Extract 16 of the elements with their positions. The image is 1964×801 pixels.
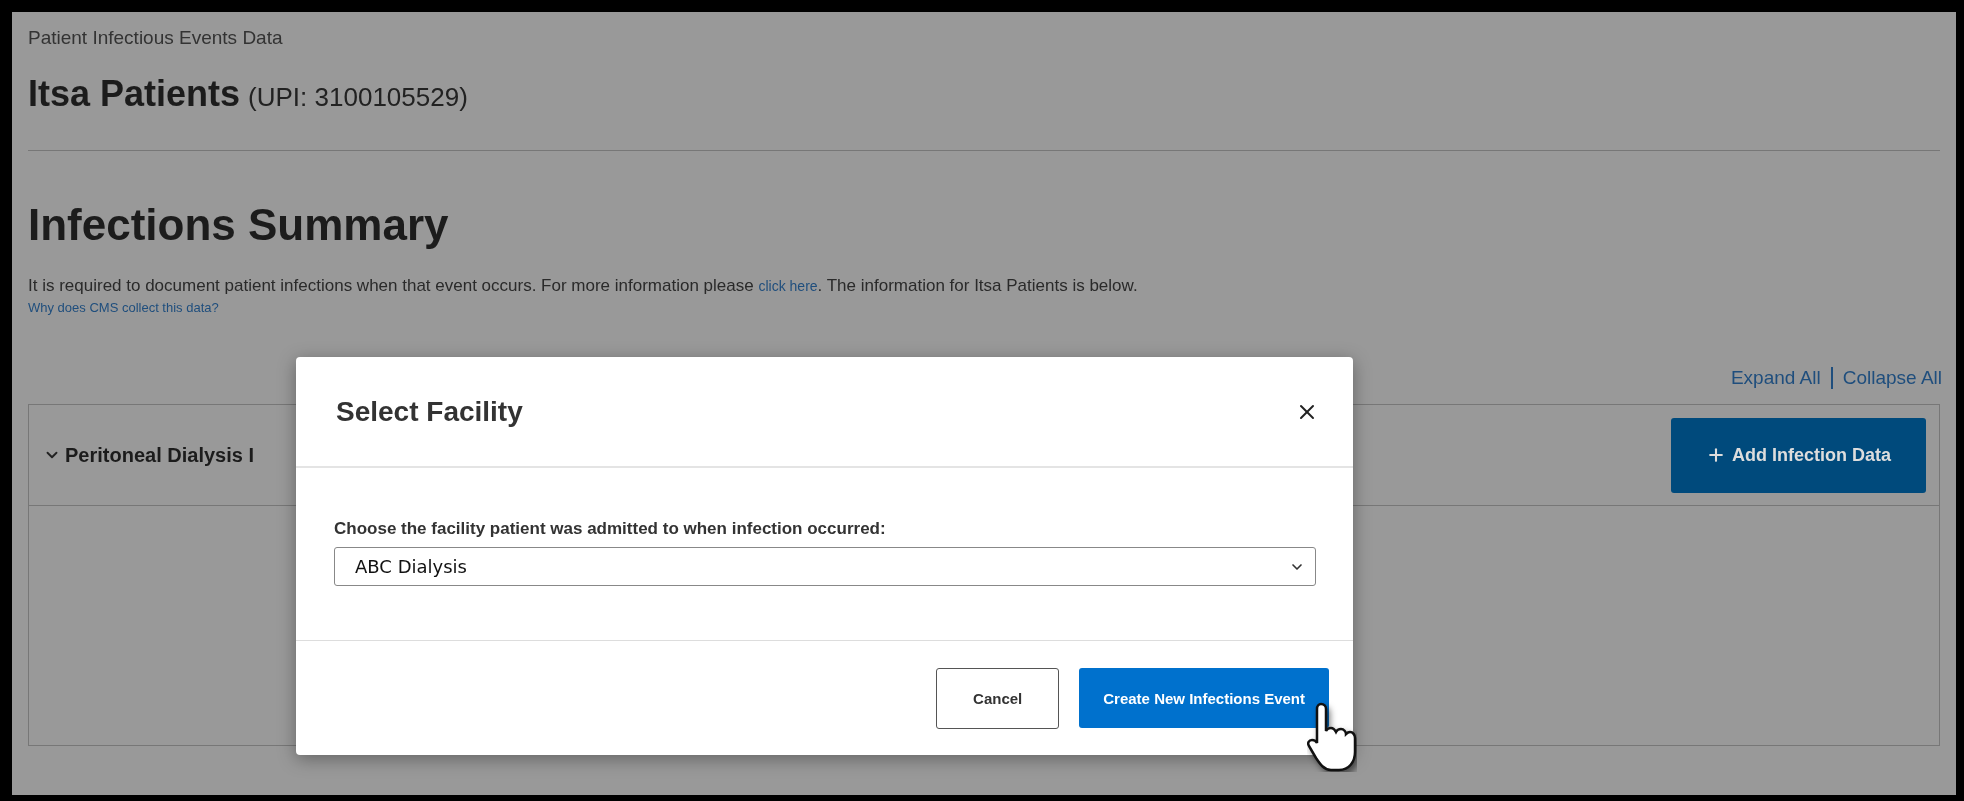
cms-info-link[interactable]: Why does CMS collect this data?: [28, 300, 219, 315]
plus-icon: [1706, 445, 1726, 465]
patient-id: (UPI: 3100105529): [248, 81, 468, 114]
breadcrumb: Patient Infectious Events Data: [28, 26, 284, 50]
description-text: It is required to document patient infections when that event occurs. For more information please click here. The information for Itsa Patients is below.: [28, 275, 1139, 297]
panel-title: Peritoneal Dialysis I: [65, 443, 254, 467]
cancel-button[interactable]: Cancel: [936, 667, 1060, 729]
add-infection-button[interactable]: Add Infection Data: [1671, 417, 1926, 493]
section-heading: Infections Summary: [28, 201, 450, 249]
click-here-link[interactable]: click here: [758, 278, 818, 294]
facility-select[interactable]: ABC Dialysis: [334, 547, 1316, 586]
expand-all-link[interactable]: Expand All: [1730, 366, 1821, 390]
collapse-all-link[interactable]: Collapse All: [1842, 366, 1942, 390]
field-label: Choose the facility patient was admitted to when infection occurred:: [334, 518, 887, 540]
dialog-title: Select Facility: [336, 395, 523, 428]
patient-name: Itsa Patients: [28, 74, 241, 114]
